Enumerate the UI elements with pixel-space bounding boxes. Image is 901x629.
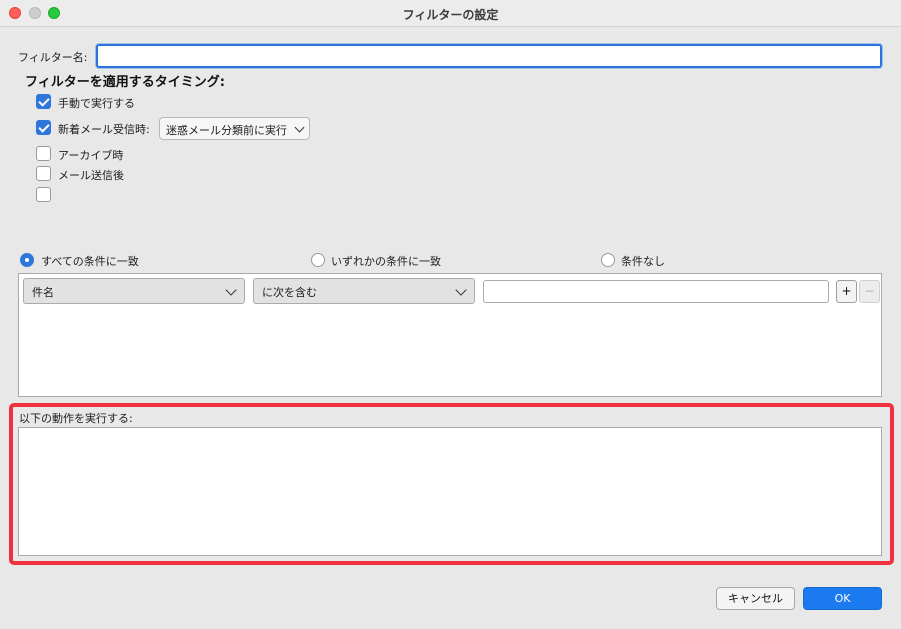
match-none-radio[interactable]: [601, 253, 615, 267]
manual-run-checkbox[interactable]: [36, 94, 51, 109]
cancel-button[interactable]: キャンセル: [716, 587, 795, 610]
condition-field-value: 件名: [32, 286, 54, 299]
remove-condition-button[interactable]: −: [859, 280, 880, 303]
filter-name-input[interactable]: [96, 44, 882, 68]
new-mail-checkbox[interactable]: [36, 120, 51, 135]
chevron-down-icon: [294, 122, 305, 133]
unlabeled-checkbox[interactable]: [36, 187, 51, 202]
new-mail-timing-select[interactable]: 迷惑メール分類前に実行: [159, 117, 310, 140]
match-any-radio[interactable]: [311, 253, 325, 267]
after-send-label: メール送信後: [58, 169, 124, 182]
title-bar: フィルターの設定: [0, 0, 901, 27]
archive-checkbox[interactable]: [36, 146, 51, 161]
manual-run-label: 手動で実行する: [58, 97, 135, 110]
condition-operator-value: に次を含む: [262, 286, 317, 299]
condition-value-input[interactable]: [483, 280, 829, 303]
match-all-label: すべての条件に一致: [41, 255, 139, 268]
after-send-checkbox[interactable]: [36, 166, 51, 181]
archive-label: アーカイブ時: [58, 149, 124, 162]
chevron-down-icon: [455, 284, 467, 296]
add-condition-button[interactable]: +: [836, 280, 857, 303]
match-all-radio[interactable]: [20, 253, 34, 267]
annotation-highlight-box: [9, 403, 894, 565]
new-mail-label: 新着メール受信時:: [58, 123, 150, 136]
window-title: フィルターの設定: [402, 8, 499, 22]
timing-section-title: フィルターを適用するタイミング:: [25, 75, 225, 90]
chevron-down-icon: [225, 284, 237, 296]
ok-button[interactable]: OK: [803, 587, 882, 610]
condition-field-select[interactable]: 件名: [23, 278, 245, 304]
match-none-label: 条件なし: [621, 255, 665, 268]
match-any-label: いずれかの条件に一致: [331, 255, 441, 268]
condition-operator-select[interactable]: に次を含む: [253, 278, 475, 304]
new-mail-timing-value: 迷惑メール分類前に実行: [166, 124, 287, 137]
filter-name-label: フィルター名:: [18, 51, 88, 64]
